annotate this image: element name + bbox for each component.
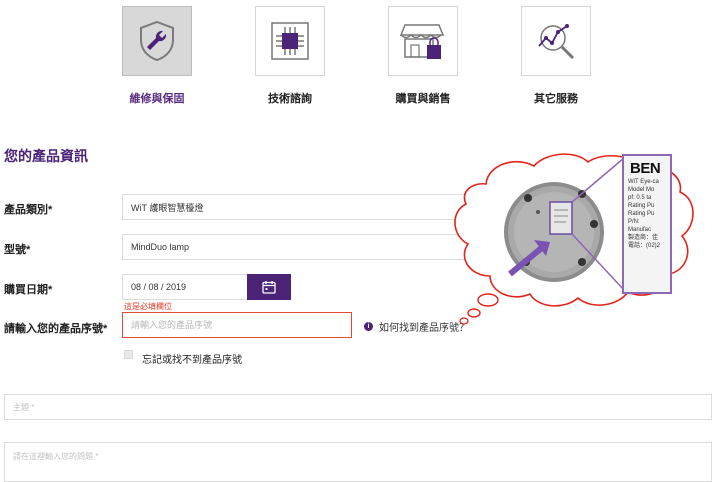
category-field[interactable] bbox=[122, 194, 472, 220]
category-tile-other[interactable] bbox=[521, 6, 591, 76]
category-tile-tech[interactable] bbox=[255, 6, 325, 76]
category-tile-sales[interactable] bbox=[388, 6, 458, 76]
analytics-search-icon bbox=[538, 24, 575, 60]
purchase-date-field[interactable] bbox=[122, 274, 248, 300]
calendar-icon bbox=[262, 281, 276, 294]
label-plate-text: WiT Eye-ca Model Mo pf: 0.5 ta Rating Pu… bbox=[628, 179, 661, 249]
calendar-button[interactable] bbox=[247, 274, 291, 300]
section-title: 您的產品資訊 bbox=[4, 148, 88, 164]
info-icon: i bbox=[364, 322, 373, 331]
category-tile-repair[interactable] bbox=[122, 6, 192, 76]
forgot-serial-label[interactable]: 忘記或找不到產品序號 bbox=[142, 351, 242, 366]
category-label-other[interactable]: 其它服務 bbox=[501, 90, 611, 106]
category-label-sales[interactable]: 購買與銷售 bbox=[368, 90, 478, 106]
store-icon bbox=[399, 24, 445, 59]
wrench-shield-icon bbox=[140, 20, 174, 62]
purchase-date-label: 購買日期* bbox=[4, 284, 53, 296]
forgot-serial-checkbox[interactable] bbox=[124, 350, 133, 359]
subject-field[interactable] bbox=[4, 394, 712, 420]
category-label-tech[interactable]: 技術諮詢 bbox=[235, 90, 345, 106]
model-field-label: 型號* bbox=[4, 244, 31, 256]
category-label-repair[interactable]: 維修與保固 bbox=[102, 90, 212, 106]
chip-icon bbox=[271, 22, 309, 60]
model-field[interactable] bbox=[122, 234, 472, 260]
category-field-label: 產品類別* bbox=[4, 204, 53, 216]
message-field[interactable] bbox=[4, 442, 712, 482]
label-plate-brand: BEN bbox=[630, 160, 661, 177]
serial-field[interactable] bbox=[122, 312, 352, 338]
serial-field-label: 請輸入您的產品序號* bbox=[4, 323, 108, 335]
serial-error-text: 這是必填欄位 bbox=[124, 302, 172, 311]
